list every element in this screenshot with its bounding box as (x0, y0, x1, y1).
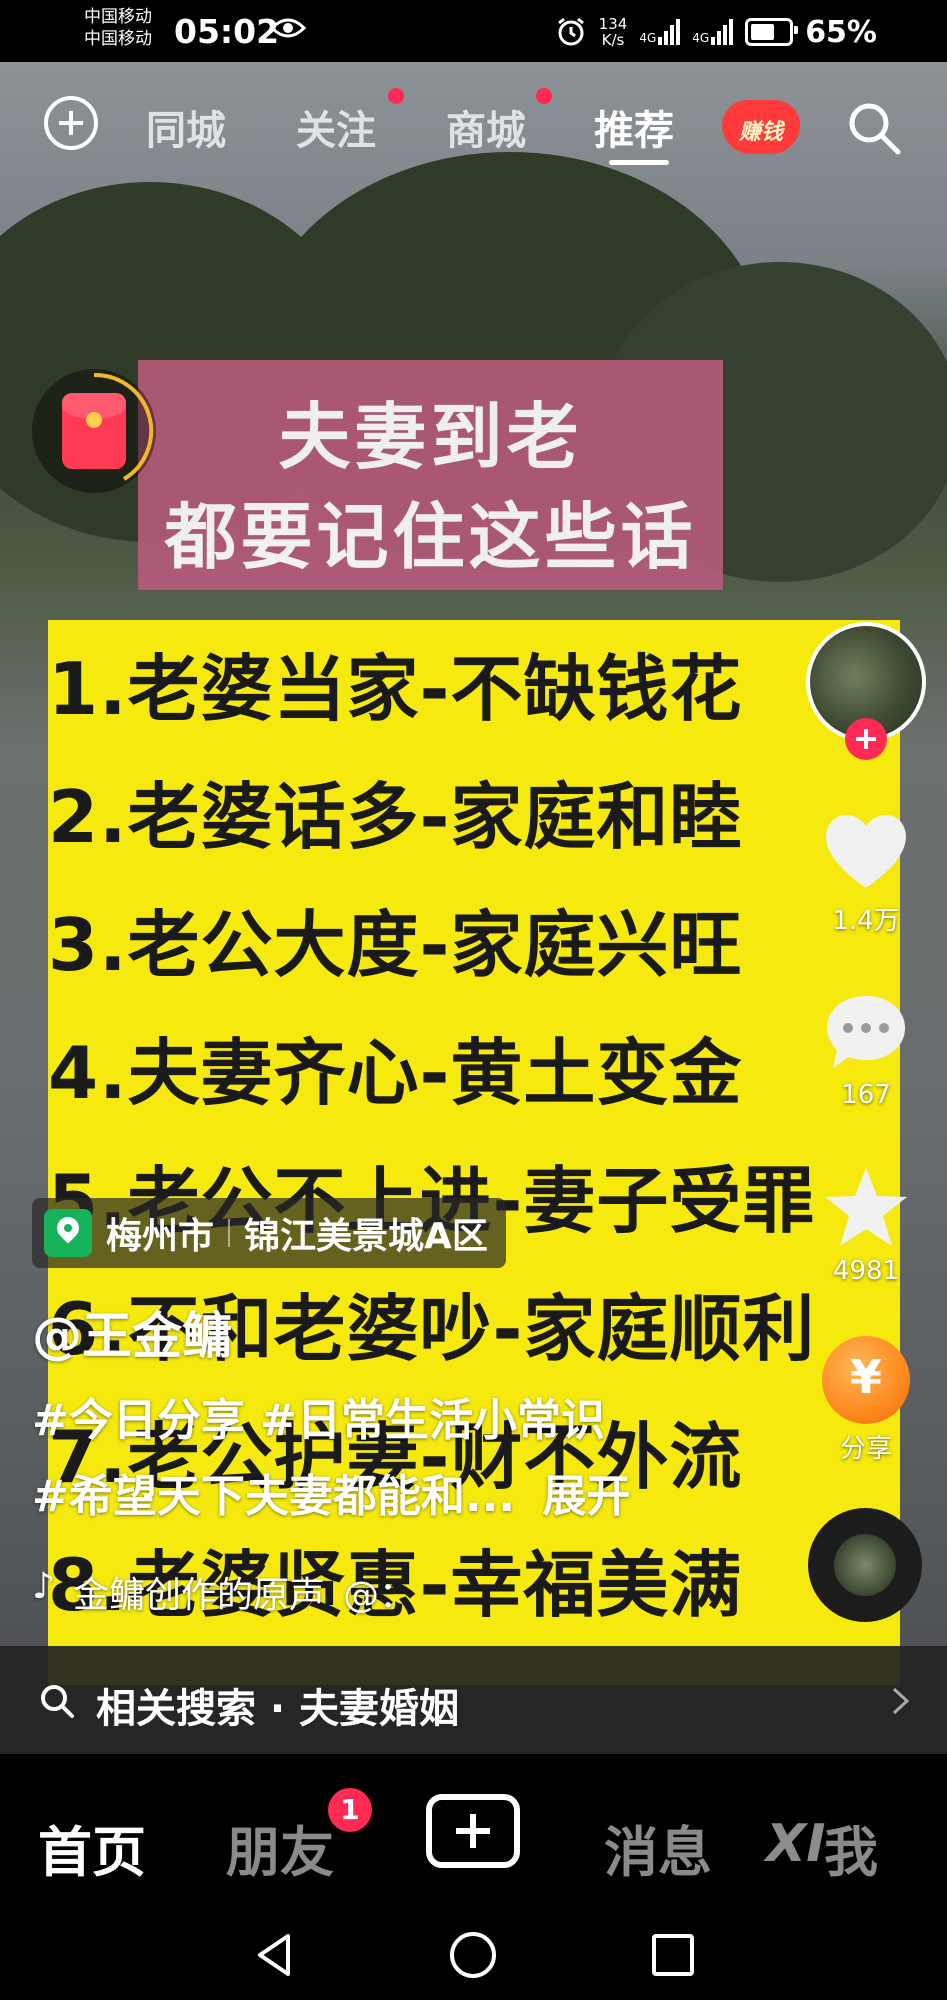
related-search-bar[interactable]: 相关搜索 · 夫妻婚姻 (0, 1646, 947, 1754)
video-title-line-2: 都要记住这些话 (164, 495, 697, 579)
following-dot (388, 88, 404, 104)
search-icon (41, 1685, 74, 1718)
earn-label: 赚钱 (738, 120, 783, 145)
share-coin-icon[interactable]: ¥ (822, 1336, 910, 1424)
rule-item: 2.老婆话多-家庭和睦 (48, 775, 743, 859)
net-speed-unit: K/s (601, 31, 625, 49)
signal-1: 4G (639, 19, 681, 45)
video-title-line-1: 夫妻到老 (278, 395, 583, 479)
author-name[interactable]: @王金鳙 (32, 1296, 232, 1368)
bottom-nav: 首页 朋友 1 消息 我 XI (0, 1754, 947, 1912)
rule-item: 1.老婆当家-不缺钱花 (48, 647, 743, 731)
hashtags-line-2: #希望天下夫妻都能和... 展开 (32, 1460, 630, 1524)
back-icon[interactable] (250, 1930, 300, 1980)
net-speed: 134 K/s (599, 16, 628, 48)
signal-1-label: 4G (639, 31, 657, 45)
music-title: 金鳙创作的原声 (72, 1575, 325, 1616)
heart-icon[interactable] (821, 808, 911, 894)
battery-percent: 65% (805, 14, 877, 50)
tab-recommend[interactable]: 推荐 (594, 98, 674, 156)
battery-icon (745, 18, 799, 46)
battery-fill (751, 24, 775, 40)
tab-following[interactable]: 关注 (296, 98, 376, 156)
follow-plus-icon[interactable] (845, 718, 887, 760)
rule-item: 3.老公大度-家庭兴旺 (48, 903, 743, 987)
music-disc[interactable] (808, 1508, 922, 1622)
location-pin-icon (44, 1209, 92, 1257)
nav-friends[interactable]: 朋友 (226, 1808, 334, 1887)
music-mention: @： (343, 1575, 416, 1616)
home-icon[interactable] (450, 1932, 496, 1978)
active-tab-indicator (609, 160, 669, 165)
create-button[interactable] (426, 1794, 520, 1868)
star-icon[interactable] (822, 1164, 910, 1252)
expand-button[interactable]: 展开 (542, 1471, 630, 1522)
carrier-1: 中国移动 (84, 7, 152, 27)
friends-badge: 1 (328, 1788, 372, 1832)
alarm-icon (557, 17, 584, 46)
music-disc-cover (834, 1534, 896, 1596)
status-indicators: 134 K/s 4G 4G 65% (555, 10, 877, 54)
red-packet-icon (62, 393, 126, 469)
eye-icon (270, 18, 306, 38)
watermark: XI (766, 1814, 826, 1874)
signal-2-label: 4G (692, 31, 710, 45)
nav-home[interactable]: 首页 (38, 1808, 146, 1887)
coin-symbol: ¥ (849, 1350, 882, 1404)
net-speed-value: 134 (598, 15, 628, 33)
clock: 05:02 (174, 12, 280, 51)
location-city: 梅州市 (106, 1216, 215, 1257)
chevron-right-icon (892, 1687, 910, 1715)
earn-money-button[interactable]: 赚钱 (722, 92, 800, 154)
system-nav-bar (0, 1912, 947, 2000)
related-search-label: 相关搜索 · 夫妻婚姻 (96, 1686, 460, 1732)
video-title-banner: 夫妻到老 都要记住这些话 (138, 360, 723, 590)
location-tag[interactable]: 梅州市 锦江美景城A区 (32, 1198, 506, 1268)
mall-dot (536, 88, 552, 104)
rules-card: 1.老婆当家-不缺钱花 2.老婆话多-家庭和睦 3.老公大度-家庭兴旺 4.夫妻… (48, 620, 900, 1685)
share-label: 分享 (839, 1434, 892, 1464)
location-place: 锦江美景城A区 (244, 1216, 488, 1257)
favorite-count: 4981 (832, 1256, 900, 1286)
top-nav: 同城 关注 商城 推荐 赚钱 (0, 62, 947, 182)
hashtags-line-2-text[interactable]: #希望天下夫妻都能和... (32, 1471, 515, 1522)
carrier-labels: 中国移动 中国移动 (84, 6, 152, 50)
add-icon[interactable] (44, 96, 98, 150)
hashtags-line-1[interactable]: #今日分享 #日常生活小常识 (32, 1384, 605, 1448)
signal-2: 4G (692, 19, 734, 45)
carrier-2: 中国移动 (84, 29, 152, 49)
nav-me[interactable]: 我 (824, 1808, 878, 1887)
music-note-icon: ♪ (32, 1566, 55, 1607)
comment-count: 167 (841, 1080, 891, 1110)
status-bar: 中国移动 中国移动 05:02 134 K/s 4G 4G 65% (0, 0, 947, 62)
like-count: 1.4万 (832, 906, 900, 936)
nav-messages[interactable]: 消息 (604, 1808, 712, 1887)
tab-nearby[interactable]: 同城 (146, 98, 226, 156)
search-icon[interactable] (846, 100, 902, 156)
music-info[interactable]: ♪ 金鳙创作的原声 @： (32, 1566, 415, 1618)
rule-item: 4.夫妻齐心-黄土变金 (48, 1031, 743, 1115)
tab-mall[interactable]: 商城 (446, 98, 526, 156)
comment-icon[interactable] (823, 992, 909, 1072)
location-separator (228, 1219, 231, 1247)
recent-apps-icon[interactable] (652, 1934, 694, 1976)
